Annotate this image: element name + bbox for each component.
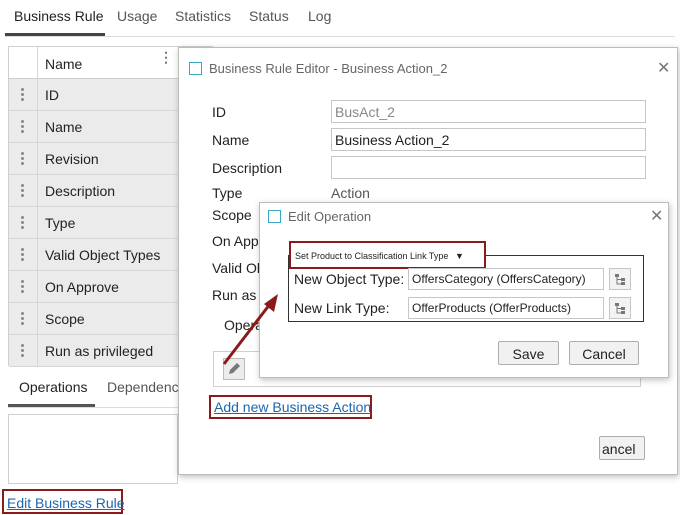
column-separator [37,335,38,367]
on-approve-label: On App [212,233,259,249]
drag-handle-icon[interactable] [21,152,25,166]
edit-operation-title: Edit Operation [288,209,372,224]
type-label: Type [212,185,243,201]
operation-type-value: Set Product to Classification Link Type [295,251,449,261]
row-label: Description [45,183,116,199]
id-label: ID [212,104,226,120]
column-separator [37,303,38,335]
valid-object-types-label: Valid Ob [212,260,265,276]
add-new-business-action-link[interactable]: Add new Business Action [214,399,371,415]
column-separator [37,111,38,143]
dialog-icon [189,62,202,75]
column-separator [37,207,38,239]
cancel-button[interactable]: Cancel [569,341,639,365]
object-type-browse-button[interactable] [609,268,631,290]
close-icon[interactable]: ✕ [650,206,663,226]
type-value: Action [331,185,370,201]
close-icon[interactable]: ✕ [657,58,670,78]
row-label: On Approve [45,279,119,295]
drag-handle-icon[interactable] [21,312,25,326]
link-type-browse-button[interactable] [609,297,631,319]
drag-handle-icon[interactable] [21,344,25,358]
row-label: Type [45,215,76,231]
drag-handle-icon[interactable] [21,88,25,102]
drag-handle-icon[interactable] [21,120,25,134]
tab-business-rule[interactable]: Business Rule [14,8,104,24]
tab-divider [5,36,675,37]
new-link-type-field[interactable]: OfferProducts (OfferProducts) [408,297,604,319]
column-separator [37,239,38,271]
column-menu-icon[interactable]: ⋮ [159,50,173,64]
drag-handle-icon[interactable] [21,248,25,262]
column-separator [37,143,38,175]
dialog-icon [268,210,281,223]
scope-label: Scope [212,207,252,223]
row-label: Revision [45,151,99,167]
operations-panel [8,414,178,484]
tab-statistics[interactable]: Statistics [175,8,231,24]
tree-icon [615,274,625,285]
description-field[interactable] [331,156,646,179]
new-object-type-field[interactable]: OffersCategory (OffersCategory) [408,268,604,290]
edit-business-rule-link[interactable]: Edit Business Rule [7,495,125,511]
row-label: Valid Object Types [45,247,161,263]
column-separator [37,47,38,79]
operation-type-dropdown[interactable]: Set Product to Classification Link Type … [295,251,464,261]
drag-handle-icon[interactable] [21,216,25,230]
id-field[interactable] [331,100,646,123]
tab-usage[interactable]: Usage [117,8,157,24]
new-link-type-label: New Link Type: [294,300,390,316]
column-separator [37,175,38,207]
subtab-divider [8,407,178,408]
name-field[interactable] [331,128,646,151]
annotation-arrow [222,294,278,365]
row-label: ID [45,87,59,103]
chevron-down-icon: ▼ [454,251,464,261]
row-label: Scope [45,311,85,327]
new-object-type-label: New Object Type: [294,271,405,287]
tab-status[interactable]: Status [249,8,289,24]
name-label: Name [212,132,250,148]
column-separator [37,79,38,111]
editor-cancel-button[interactable]: ancel [599,436,645,460]
tab-operations[interactable]: Operations [19,379,87,395]
drag-handle-icon[interactable] [21,184,25,198]
edit-operation-dialog: Edit Operation ✕ Set Product to Classifi… [259,202,669,378]
description-label: Description [212,160,283,176]
top-tab-bar: Business Rule Usage Statistics Status Lo… [0,0,680,36]
save-button[interactable]: Save [498,341,559,365]
row-label: Name [45,119,83,135]
editor-dialog-title: Business Rule Editor - Business Action_2 [209,61,448,76]
tree-icon [615,303,625,314]
name-column-header[interactable]: Name [45,56,82,72]
drag-handle-icon[interactable] [21,280,25,294]
tab-log[interactable]: Log [308,8,331,24]
row-label: Run as privileged [45,343,154,359]
column-separator [37,271,38,303]
